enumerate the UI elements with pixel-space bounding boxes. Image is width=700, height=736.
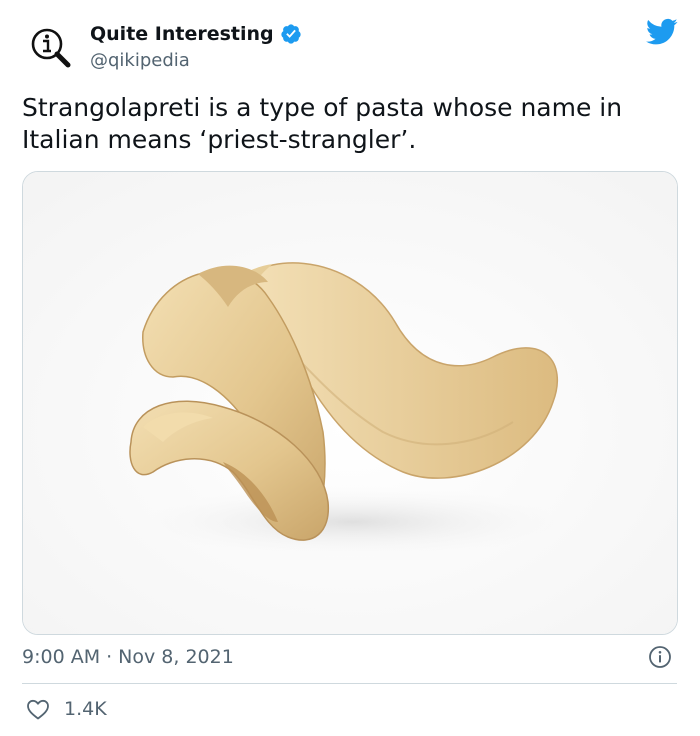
like-button[interactable]: 1.4K bbox=[26, 698, 107, 720]
like-count: 1.4K bbox=[64, 698, 107, 720]
verified-badge-icon bbox=[281, 24, 301, 44]
author-handle[interactable]: @qikipedia bbox=[90, 50, 190, 71]
twitter-bird-icon[interactable] bbox=[646, 18, 678, 46]
tweet-date[interactable]: Nov 8, 2021 bbox=[118, 646, 234, 668]
author-display-name[interactable]: Quite Interesting bbox=[90, 23, 274, 45]
tweet-card: Quite Interesting @qikipedia Strangolapr… bbox=[0, 0, 700, 736]
info-icon[interactable] bbox=[648, 645, 672, 669]
pasta-photo bbox=[23, 172, 677, 634]
avatar[interactable] bbox=[22, 20, 80, 78]
heart-icon bbox=[27, 699, 49, 720]
tweet-time[interactable]: 9:00 AM bbox=[22, 646, 100, 668]
magnifier-info-icon bbox=[31, 28, 71, 68]
author-name-row[interactable]: Quite Interesting bbox=[90, 23, 302, 45]
timestamp-separator: · bbox=[106, 646, 113, 668]
tweet-timestamp[interactable]: 9:00 AM · Nov 8, 2021 bbox=[22, 646, 234, 668]
tweet-media-image[interactable] bbox=[22, 171, 678, 635]
divider bbox=[22, 683, 677, 684]
tweet-text: Strangolapreti is a type of pasta whose … bbox=[22, 93, 623, 154]
